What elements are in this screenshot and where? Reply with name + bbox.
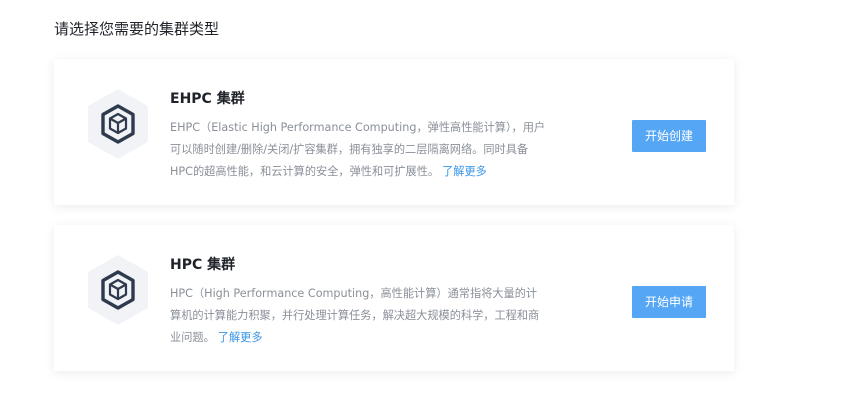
- description-line: HPC（High Performance Computing，高性能计算）通常指…: [170, 287, 538, 300]
- cluster-card-ehpc: EHPC 集群 EHPC（Elastic High Performance Co…: [54, 59, 734, 205]
- description-line: 算机的计算能力积聚，并行处理计算任务，解决超大规模的科学，工程和商: [170, 309, 540, 322]
- cluster-card-hpc: HPC 集群 HPC（High Performance Computing，高性…: [54, 225, 734, 371]
- description-line: EHPC（Elastic High Performance Computing，…: [170, 121, 546, 134]
- description-text: HPC的超高性能，和云计算的安全，弹性和可扩展性。: [170, 165, 440, 178]
- description-line-last: HPC的超高性能，和云计算的安全，弹性和可扩展性。 了解更多: [170, 161, 580, 183]
- card-description: HPC（High Performance Computing，高性能计算）通常指…: [170, 283, 580, 349]
- start-apply-button[interactable]: 开始申请: [632, 286, 706, 318]
- card-title: EHPC 集群: [170, 91, 245, 107]
- page-title: 请选择您需要的集群类型: [54, 20, 220, 38]
- cube-hexagon-icon: [88, 255, 148, 325]
- learn-more-link[interactable]: 了解更多: [442, 165, 487, 178]
- description-text: 业问题。: [170, 331, 215, 344]
- card-description: EHPC（Elastic High Performance Computing，…: [170, 117, 580, 183]
- start-create-button[interactable]: 开始创建: [632, 120, 706, 152]
- description-line-last: 业问题。 了解更多: [170, 327, 580, 349]
- cube-hexagon-icon: [88, 89, 148, 159]
- description-line: 可以随时创建/删除/关闭/扩容集群，拥有独享的二层隔离网络。同时具备: [170, 143, 529, 156]
- card-title: HPC 集群: [170, 257, 236, 273]
- learn-more-link[interactable]: 了解更多: [218, 331, 263, 344]
